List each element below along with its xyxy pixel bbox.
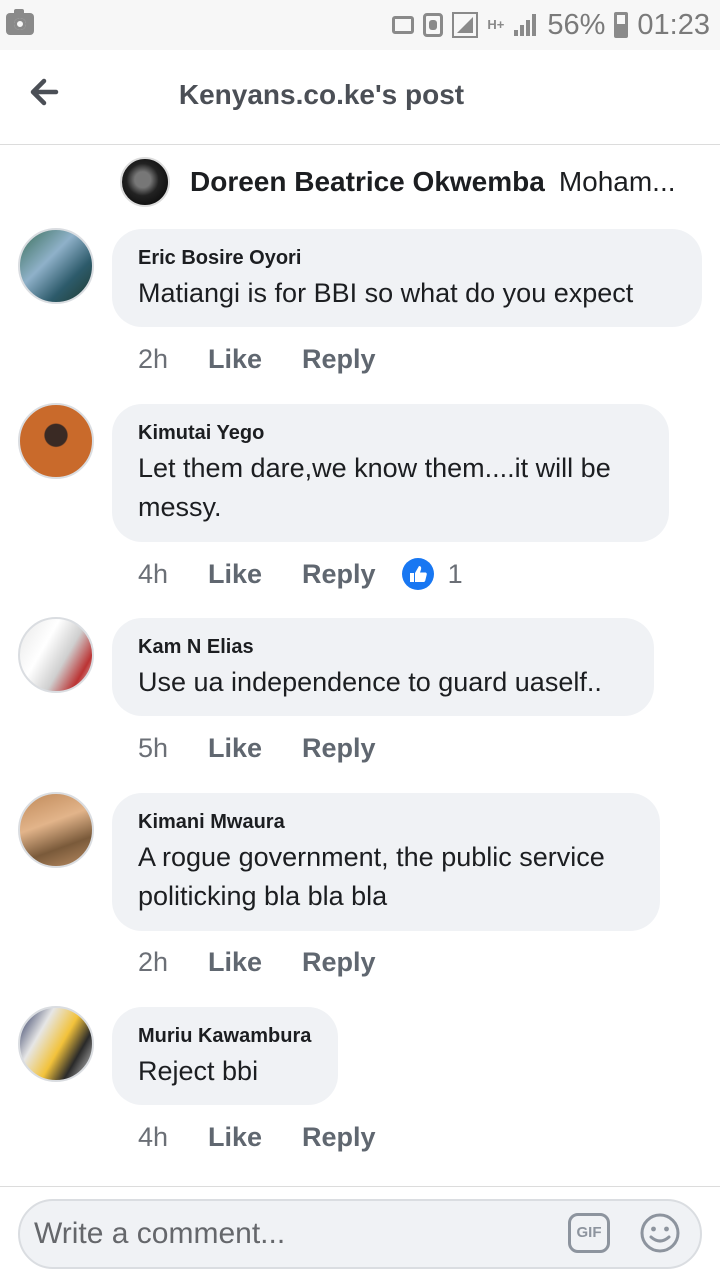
comment-text: Matiangi is for BBI so what do you expec… (138, 278, 634, 308)
comment-time[interactable]: 4h (138, 1122, 208, 1153)
like-button[interactable]: Like (208, 559, 262, 590)
reply-button[interactable]: Reply (302, 559, 376, 590)
reply-button[interactable]: Reply (302, 947, 376, 978)
comment-author[interactable]: Muriu Kawambura (138, 1025, 312, 1047)
avatar[interactable] (18, 617, 94, 693)
avatar[interactable] (18, 1006, 94, 1082)
comment-author[interactable]: Kam N Elias (138, 636, 628, 658)
comment-bubble[interactable]: Kimutai Yego Let them dare,we know them.… (112, 404, 669, 542)
comment-text: A rogue government, the public service p… (138, 842, 605, 911)
comment-text: Reject bbi (138, 1056, 259, 1086)
comment-actions: 2h Like Reply (138, 344, 416, 375)
reaction-count: 1 (447, 558, 463, 589)
avatar[interactable] (18, 792, 94, 868)
avatar (120, 157, 170, 207)
comment-bubble[interactable]: Kam N Elias Use ua independence to guard… (112, 618, 654, 716)
signal-strength-icon (512, 12, 538, 38)
battery-percent: 56% (547, 8, 606, 41)
page-title: Kenyans.co.ke's post (178, 79, 465, 110)
reply-button[interactable]: Reply (302, 344, 376, 375)
comment-actions: 4h Like Reply 1 (138, 558, 463, 590)
reply-preview[interactable]: Doreen Beatrice Okwemba Moham... (120, 155, 710, 209)
reply-preview-text: Moham... (558, 166, 676, 197)
hplus-icon: H+ (487, 17, 505, 32)
status-bar: H+ 56% 01:23 (0, 0, 720, 50)
camera-icon (6, 9, 34, 35)
comment-actions: 2h Like Reply (138, 947, 416, 978)
emoji-button[interactable] (638, 1211, 682, 1255)
comment-input[interactable]: Write a comment... GIF (18, 1199, 702, 1269)
clock: 01:23 (637, 8, 710, 41)
signal-icon (452, 12, 479, 38)
like-button[interactable]: Like (208, 733, 262, 764)
like-button[interactable]: Like (208, 344, 262, 375)
avatar[interactable] (18, 228, 94, 304)
comment-time[interactable]: 5h (138, 733, 208, 764)
cast-icon (392, 16, 415, 34)
post-header: Kenyans.co.ke's post (0, 50, 720, 145)
like-button[interactable]: Like (208, 947, 262, 978)
comment-bubble[interactable]: Kimani Mwaura A rogue government, the pu… (112, 793, 660, 931)
comment-composer: Write a comment... GIF (0, 1186, 720, 1281)
comment-bubble[interactable]: Muriu Kawambura Reject bbi (112, 1007, 338, 1105)
reaction-summary[interactable]: 1 (401, 558, 463, 590)
comment-author[interactable]: Kimani Mwaura (138, 811, 634, 833)
comment-time[interactable]: 2h (138, 344, 208, 375)
battery-icon (614, 12, 629, 38)
reply-preview-name[interactable]: Doreen Beatrice Okwemba (190, 166, 545, 198)
comment-text: Let them dare,we know them....it will be… (138, 453, 611, 522)
comment-text: Use ua independence to guard uaself.. (138, 667, 602, 697)
like-button[interactable]: Like (208, 1122, 262, 1153)
comment-author[interactable]: Kimutai Yego (138, 422, 643, 444)
comment-actions: 5h Like Reply (138, 733, 416, 764)
reply-button[interactable]: Reply (302, 733, 376, 764)
status-icons: H+ 56% 01:23 (392, 6, 710, 44)
thumbs-up-icon (401, 558, 434, 590)
comment-time[interactable]: 2h (138, 947, 208, 978)
reply-button[interactable]: Reply (302, 1122, 376, 1153)
comment-placeholder: Write a comment... (34, 1217, 286, 1250)
avatar[interactable] (18, 403, 94, 479)
comment-bubble[interactable]: Eric Bosire Oyori Matiangi is for BBI so… (112, 229, 702, 327)
gif-button[interactable]: GIF (568, 1213, 610, 1253)
emoji-icon (640, 1213, 680, 1253)
comment-author[interactable]: Eric Bosire Oyori (138, 247, 676, 269)
comment-time[interactable]: 4h (138, 559, 208, 590)
comment-actions: 4h Like Reply (138, 1122, 416, 1153)
call-icon (423, 13, 444, 37)
